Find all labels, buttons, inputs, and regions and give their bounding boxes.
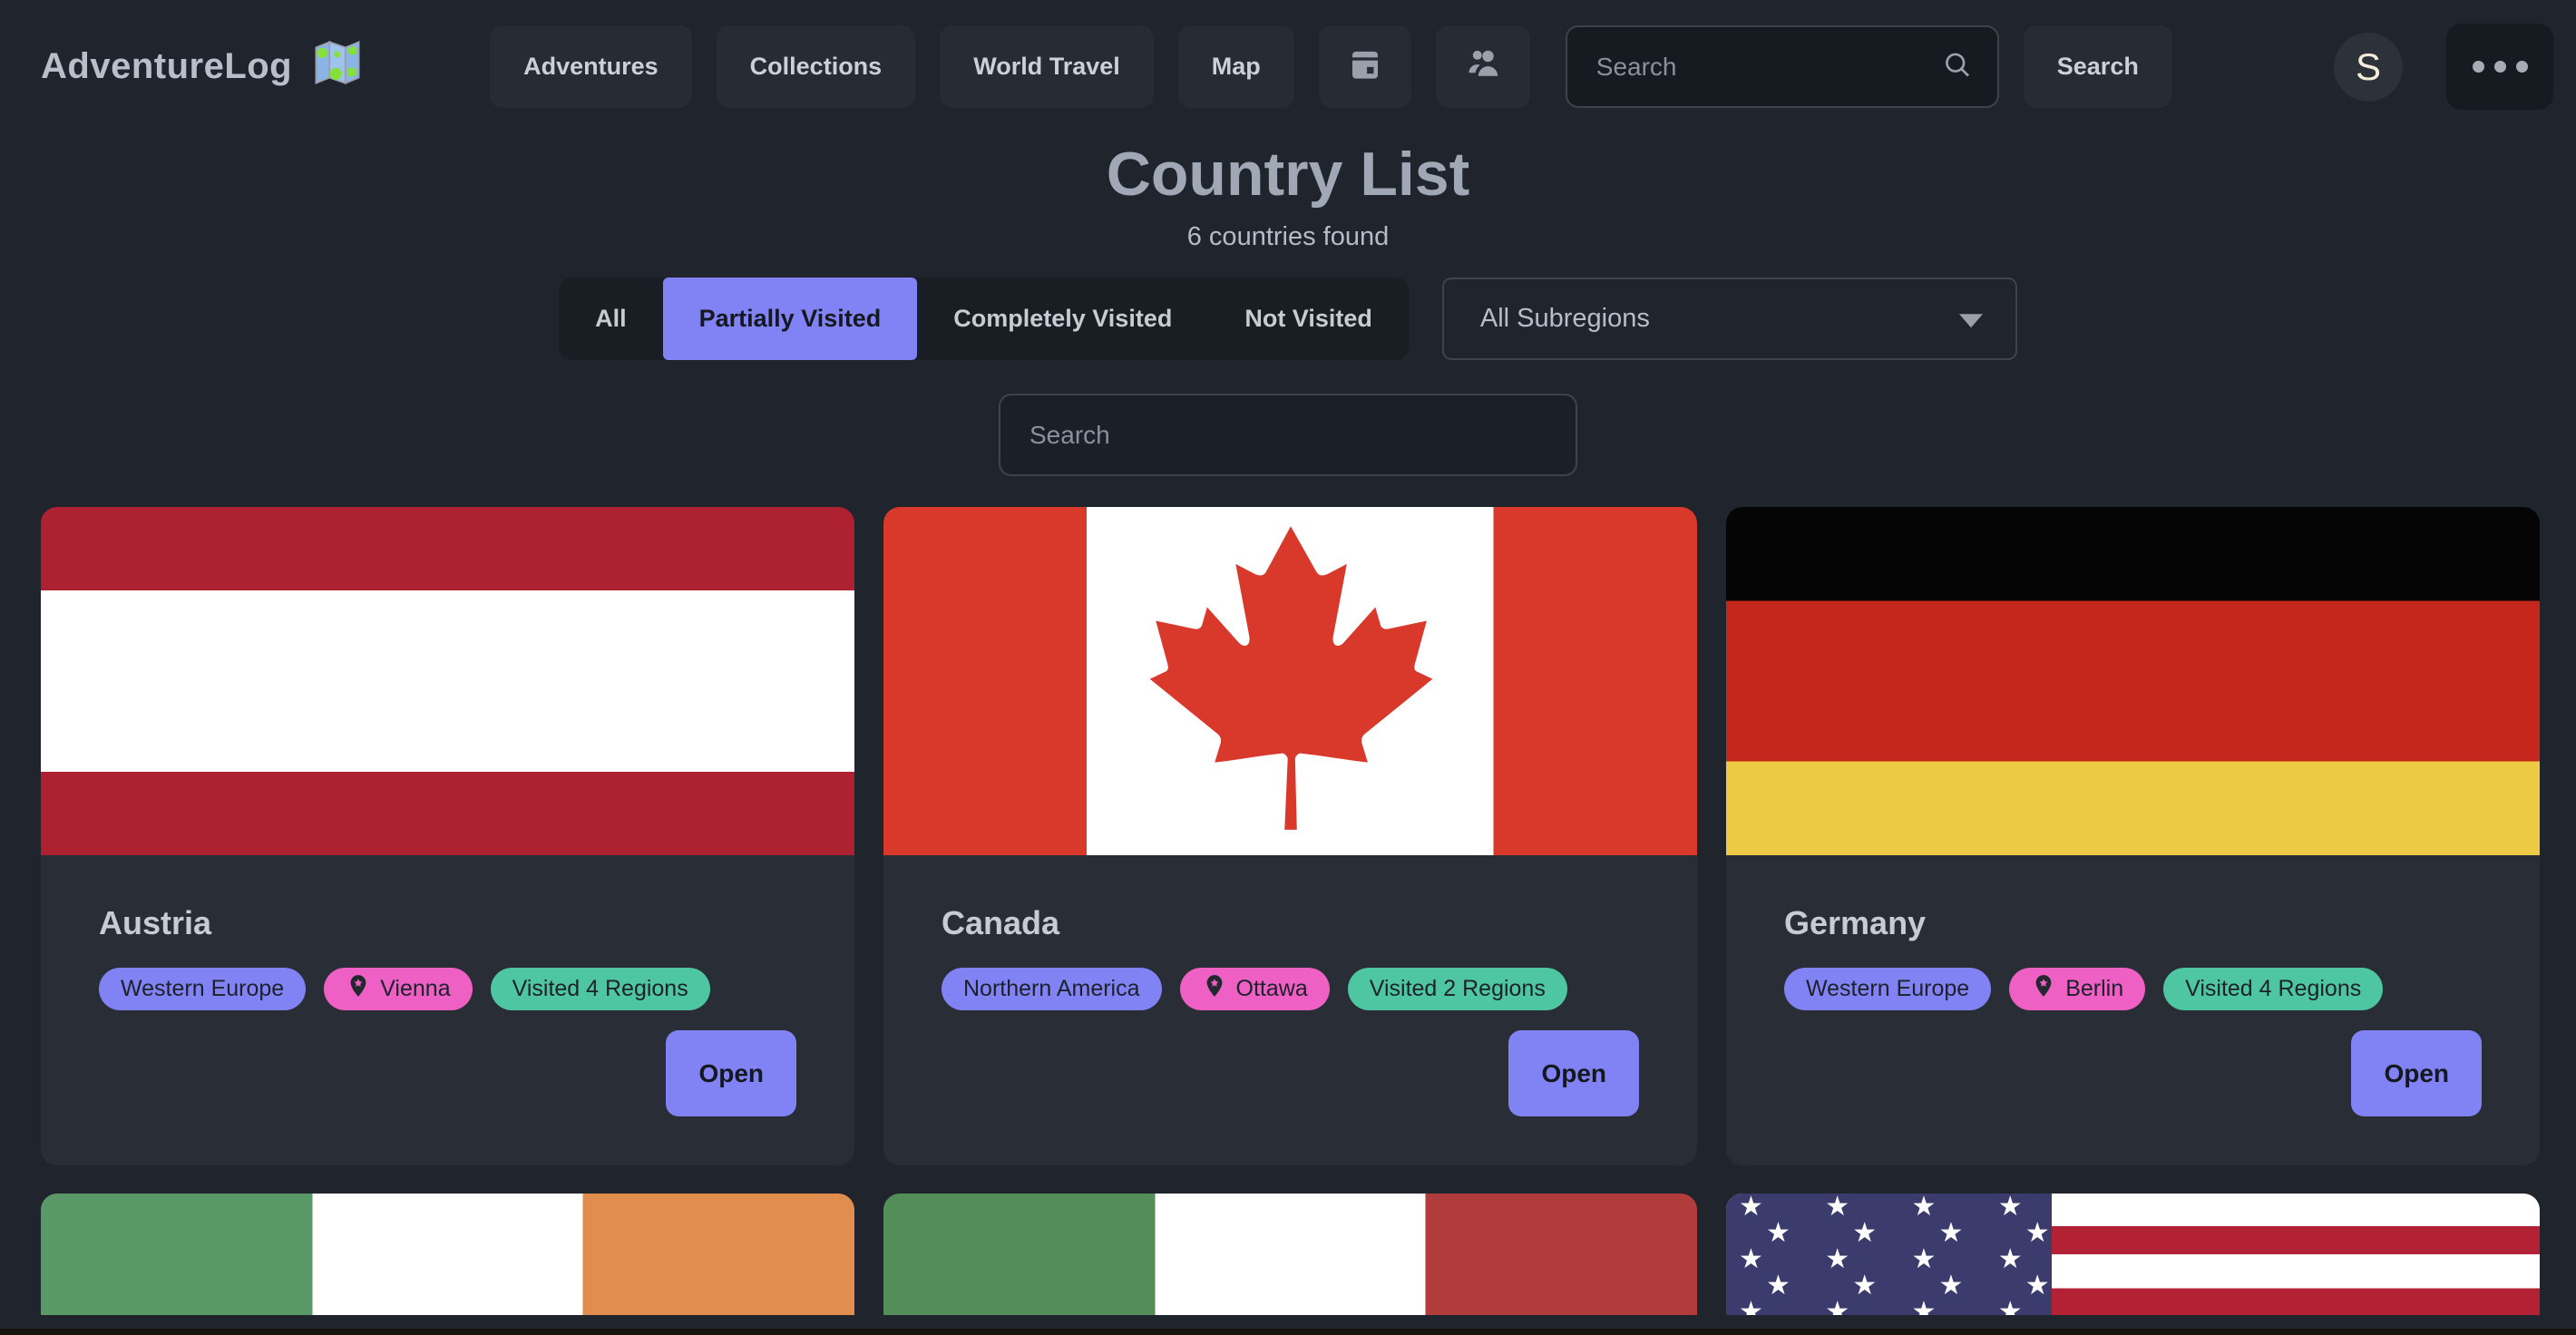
app-logo[interactable]: AdventureLog — [41, 37, 363, 97]
header-search-wrap — [1566, 25, 1999, 108]
country-card-italy — [883, 1194, 1697, 1315]
region-badge: Western Europe — [1784, 968, 1991, 1010]
ellipsis-icon — [2473, 61, 2528, 73]
subregion-selected-value: All Subregions — [1480, 304, 1650, 334]
search-icon — [1941, 48, 1974, 85]
header-search-button[interactable]: Search — [2024, 25, 2172, 108]
country-search-row — [0, 394, 2576, 476]
open-country-button[interactable]: Open — [1508, 1030, 1639, 1116]
calendar-button[interactable] — [1319, 25, 1411, 108]
header: AdventureLog Adventures Collections Worl… — [0, 0, 2576, 133]
map-pin-icon — [2031, 973, 2056, 1005]
capital-badge: Vienna — [324, 968, 472, 1010]
country-card-germany: Germany Western Europe Berlin Visited 4 … — [1726, 507, 2540, 1165]
tab-partially-visited[interactable]: Partially Visited — [663, 278, 918, 360]
canada-flag — [883, 507, 1697, 855]
window-bottom-edge — [0, 1329, 2576, 1335]
usa-flag-canton: ★ ★ ★ ★ ★ ★ ★ ★ ★ ★ ★ ★ ★ ★ ★ ★ ★ ★ ★ ★ … — [1726, 1194, 2052, 1315]
capital-badge: Ottawa — [1180, 968, 1330, 1010]
main-nav: Adventures Collections World Travel Map — [490, 25, 2172, 108]
tab-all[interactable]: All — [559, 278, 663, 360]
tab-not-visited[interactable]: Not Visited — [1208, 278, 1409, 360]
country-search-input[interactable] — [999, 394, 1577, 476]
header-right: S — [2334, 24, 2553, 110]
country-card-austria: Austria Western Europe Vienna Visited 4 … — [41, 507, 854, 1165]
tab-completely-visited[interactable]: Completely Visited — [917, 278, 1208, 360]
open-country-button[interactable]: Open — [666, 1030, 796, 1116]
avatar[interactable]: S — [2334, 33, 2403, 102]
country-name: Austria — [99, 904, 796, 942]
italy-flag — [883, 1194, 1697, 1315]
country-card-ireland — [41, 1194, 854, 1315]
calendar-icon — [1346, 44, 1384, 89]
users-button[interactable] — [1436, 25, 1530, 108]
country-card-canada: Canada Northern America Ottawa Visited 2… — [883, 507, 1697, 1165]
world-map-icon — [312, 37, 363, 97]
maple-leaf-icon — [1127, 516, 1455, 847]
nav-adventures-button[interactable]: Adventures — [490, 25, 692, 108]
open-country-button[interactable]: Open — [2351, 1030, 2482, 1116]
map-pin-icon — [1202, 973, 1227, 1005]
usa-flag: ★ ★ ★ ★ ★ ★ ★ ★ ★ ★ ★ ★ ★ ★ ★ ★ ★ ★ ★ ★ … — [1726, 1194, 2540, 1315]
visited-filter-tabs: All Partially Visited Completely Visited… — [559, 278, 1409, 360]
country-name: Canada — [942, 904, 1639, 942]
users-icon — [1463, 44, 1503, 90]
subregion-select[interactable]: All Subregions — [1442, 278, 2017, 360]
country-card-usa: ★ ★ ★ ★ ★ ★ ★ ★ ★ ★ ★ ★ ★ ★ ★ ★ ★ ★ ★ ★ … — [1726, 1194, 2540, 1315]
chevron-down-icon — [1959, 314, 1983, 327]
visited-badge: Visited 4 Regions — [491, 968, 710, 1010]
country-card-grid: Austria Western Europe Vienna Visited 4 … — [41, 507, 2544, 1315]
visited-badge: Visited 2 Regions — [1348, 968, 1567, 1010]
overflow-menu-button[interactable] — [2446, 24, 2553, 110]
region-badge: Northern America — [942, 968, 1162, 1010]
page-subtitle: 6 countries found — [0, 222, 2576, 252]
filter-row: All Partially Visited Completely Visited… — [0, 278, 2576, 360]
ireland-flag — [41, 1194, 854, 1315]
visited-badge: Visited 4 Regions — [2163, 968, 2383, 1010]
header-search-input[interactable] — [1566, 25, 1999, 108]
capital-badge: Berlin — [2009, 968, 2145, 1010]
nav-collections-button[interactable]: Collections — [717, 25, 916, 108]
map-pin-icon — [346, 973, 371, 1005]
nav-map-button[interactable]: Map — [1178, 25, 1294, 108]
austria-flag — [41, 507, 854, 855]
page-title: Country List — [0, 139, 2576, 210]
country-name: Germany — [1784, 904, 2482, 942]
germany-flag — [1726, 507, 2540, 855]
region-badge: Western Europe — [99, 968, 306, 1010]
avatar-letter: S — [2356, 45, 2381, 89]
app-logo-text: AdventureLog — [41, 46, 292, 87]
nav-world-travel-button[interactable]: World Travel — [940, 25, 1154, 108]
